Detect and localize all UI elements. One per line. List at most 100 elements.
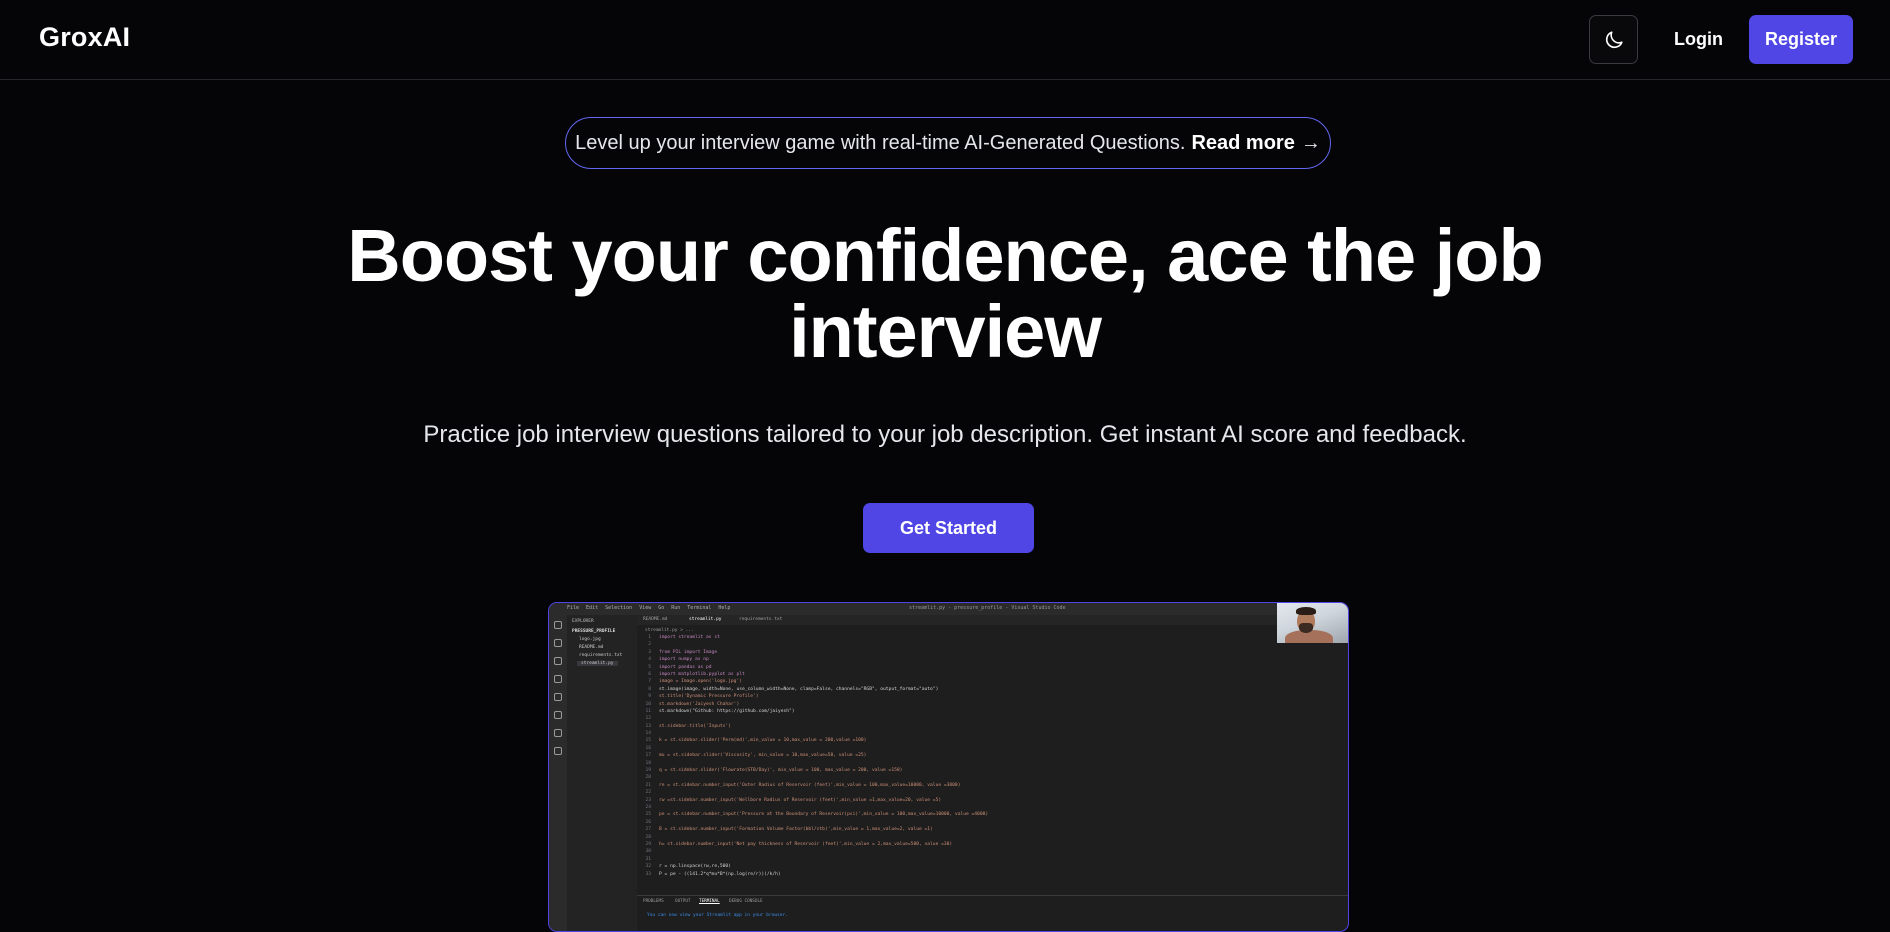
explorer-title: EXPLORER xyxy=(572,619,594,624)
run-debug-icon xyxy=(554,675,562,683)
code-text: st.image(image, width=None, use_column_w… xyxy=(659,686,939,692)
code-line: 5 import pandas as pd xyxy=(637,664,1348,671)
code-line: 11 st.markdown("Github: https://github.co… xyxy=(637,708,1348,715)
code-line: 3 from PIL import Image xyxy=(637,649,1348,656)
code-line: 7 image = Image.open('logo.jpg') xyxy=(637,678,1348,685)
explorer-file: README.md xyxy=(579,645,604,650)
code-line: 12 xyxy=(637,715,1348,722)
line-number: 14 xyxy=(645,731,651,737)
code-line: 32 r = np.linspace(rw,re,500) xyxy=(637,863,1348,870)
code-text: st.sidebar.title('Inputs') xyxy=(659,723,731,729)
code-line: 28 xyxy=(637,834,1348,841)
code-text: image = Image.open('logo.jpg') xyxy=(659,679,742,685)
editor-menu-item: Edit xyxy=(586,605,599,611)
webcam-person-hair xyxy=(1296,607,1316,615)
arrow-right-icon: → xyxy=(1300,131,1321,154)
editor-tab: README.md xyxy=(643,617,668,622)
code-line: 33 P = pe - ((141.2*q*mu*B*(np.log(re/r))… xyxy=(637,871,1348,878)
explorer-file: requirements.txt xyxy=(579,653,623,658)
line-number: 26 xyxy=(645,819,651,825)
webcam-person-beard xyxy=(1299,623,1313,633)
editor-tab: requirements.txt xyxy=(739,617,783,622)
code-text: q = st.sidebar.slider('Flowrate(STB/Day)… xyxy=(659,768,903,774)
line-number: 2 xyxy=(648,642,651,648)
code-text: pe = st.sidebar.number_input('Pressure a… xyxy=(659,812,989,818)
line-number: 24 xyxy=(645,804,651,810)
line-number: 22 xyxy=(645,790,651,796)
code-line: 20 xyxy=(637,774,1348,781)
moon-icon xyxy=(1605,30,1623,48)
editor-code: 1 import streamlit as st 2 3 from PIL import… xyxy=(637,634,1348,878)
brand-logo[interactable]: GroxAI xyxy=(39,22,130,53)
code-text: h= st.sidebar.number_input('Net pay thic… xyxy=(659,841,953,847)
code-line: 13 st.sidebar.title('Inputs') xyxy=(637,723,1348,730)
code-text: st.markdown("Github: https://github.com/… xyxy=(659,708,795,714)
line-number: 17 xyxy=(645,753,651,759)
editor-menu-item: Help xyxy=(718,605,731,611)
code-text: mu = st.sidebar.slider('Viscosity', min_… xyxy=(659,753,867,759)
line-number: 31 xyxy=(645,856,651,862)
get-started-button[interactable]: Get Started xyxy=(863,503,1034,553)
line-number: 7 xyxy=(648,679,651,685)
line-number: 11 xyxy=(645,708,651,714)
code-line: 23 rw =st.sidebar.number_input('Wellbore … xyxy=(637,797,1348,804)
code-line: 26 xyxy=(637,819,1348,826)
code-line: 30 xyxy=(637,848,1348,855)
code-text: rw =st.sidebar.number_input('Wellbore Ra… xyxy=(659,797,942,803)
line-number: 8 xyxy=(648,686,651,692)
code-line: 18 xyxy=(637,760,1348,767)
panel-tab-active: TERMINAL xyxy=(699,899,720,904)
hero-title: Boost your confidence, ace the job inter… xyxy=(347,214,1543,373)
panel-tab: OUTPUT xyxy=(675,899,691,904)
read-more-link[interactable]: Read more xyxy=(1191,132,1294,155)
line-number: 9 xyxy=(648,694,651,700)
code-text: P = pe - ((141.2*q*mu*B*(np.log(re/r)))/… xyxy=(659,871,781,877)
code-line: 21 re = st.sidebar.number_input('Outer Ra… xyxy=(637,782,1348,789)
editor-menu-item: Go xyxy=(658,605,665,611)
line-number: 16 xyxy=(645,745,651,751)
line-number: 18 xyxy=(645,760,651,766)
explorer-file: logo.jpg xyxy=(579,637,601,642)
theme-toggle-button[interactable] xyxy=(1589,15,1638,64)
code-line: 24 xyxy=(637,804,1348,811)
code-text: k = st.sidebar.slider('Perm(md)',min_val… xyxy=(659,738,867,744)
editor-breadcrumb: streamlit.py > ... xyxy=(645,628,694,633)
search-icon xyxy=(554,639,562,647)
line-number: 25 xyxy=(645,812,651,818)
code-text: from PIL import Image xyxy=(659,649,718,655)
code-line: 4 import numpy as np xyxy=(637,656,1348,663)
explorer-folder: PRESSURE_PROFILE xyxy=(572,629,616,634)
files-icon xyxy=(554,621,562,629)
site-header: GroxAI Login Register xyxy=(0,0,1890,80)
login-link[interactable]: Login xyxy=(1674,29,1723,50)
code-text: import pandas as pd xyxy=(659,664,712,670)
register-button[interactable]: Register xyxy=(1749,15,1853,64)
code-line: 16 xyxy=(637,745,1348,752)
code-text: st.title('Dynamic Pressure Profile') xyxy=(659,694,759,700)
code-line: 27 B = st.sidebar.number_input('Formation… xyxy=(637,826,1348,833)
code-text: import streamlit as st xyxy=(659,635,720,640)
code-line: 1 import streamlit as st xyxy=(637,634,1348,641)
editor-menu-item: Selection xyxy=(605,605,633,611)
line-number: 15 xyxy=(645,738,651,744)
announcement-text: Level up your interview game with real-t… xyxy=(575,131,1186,154)
code-line: 25 pe = st.sidebar.number_input('Pressure… xyxy=(637,811,1348,818)
code-line: 10 st.markdown('Jaiyesh Chahar') xyxy=(637,701,1348,708)
code-line: 29 h= st.sidebar.number_input('Net pay th… xyxy=(637,841,1348,848)
code-line: 19 q = st.sidebar.slider('Flowrate(STB/Da… xyxy=(637,767,1348,774)
line-number: 1 xyxy=(648,635,651,640)
line-number: 27 xyxy=(645,827,651,833)
code-line: 6 import matplotlib.pyplot as plt xyxy=(637,671,1348,678)
editor-tab-active: streamlit.py xyxy=(689,617,722,622)
line-number: 5 xyxy=(648,664,651,670)
editor-menu-item: File xyxy=(567,605,580,611)
docker-icon xyxy=(554,747,562,755)
line-number: 21 xyxy=(645,782,651,788)
line-number: 23 xyxy=(645,797,651,803)
code-line: 9 st.title('Dynamic Pressure Profile') xyxy=(637,693,1348,700)
line-number: 3 xyxy=(648,649,651,655)
announcement-pill[interactable]: Level up your interview game with real-t… xyxy=(565,117,1331,169)
editor-window-title: streamlit.py - pressure_profile - Visual… xyxy=(909,605,1066,611)
explorer-file-active: streamlit.py xyxy=(577,661,618,666)
editor-menu-item: Terminal xyxy=(687,605,712,611)
